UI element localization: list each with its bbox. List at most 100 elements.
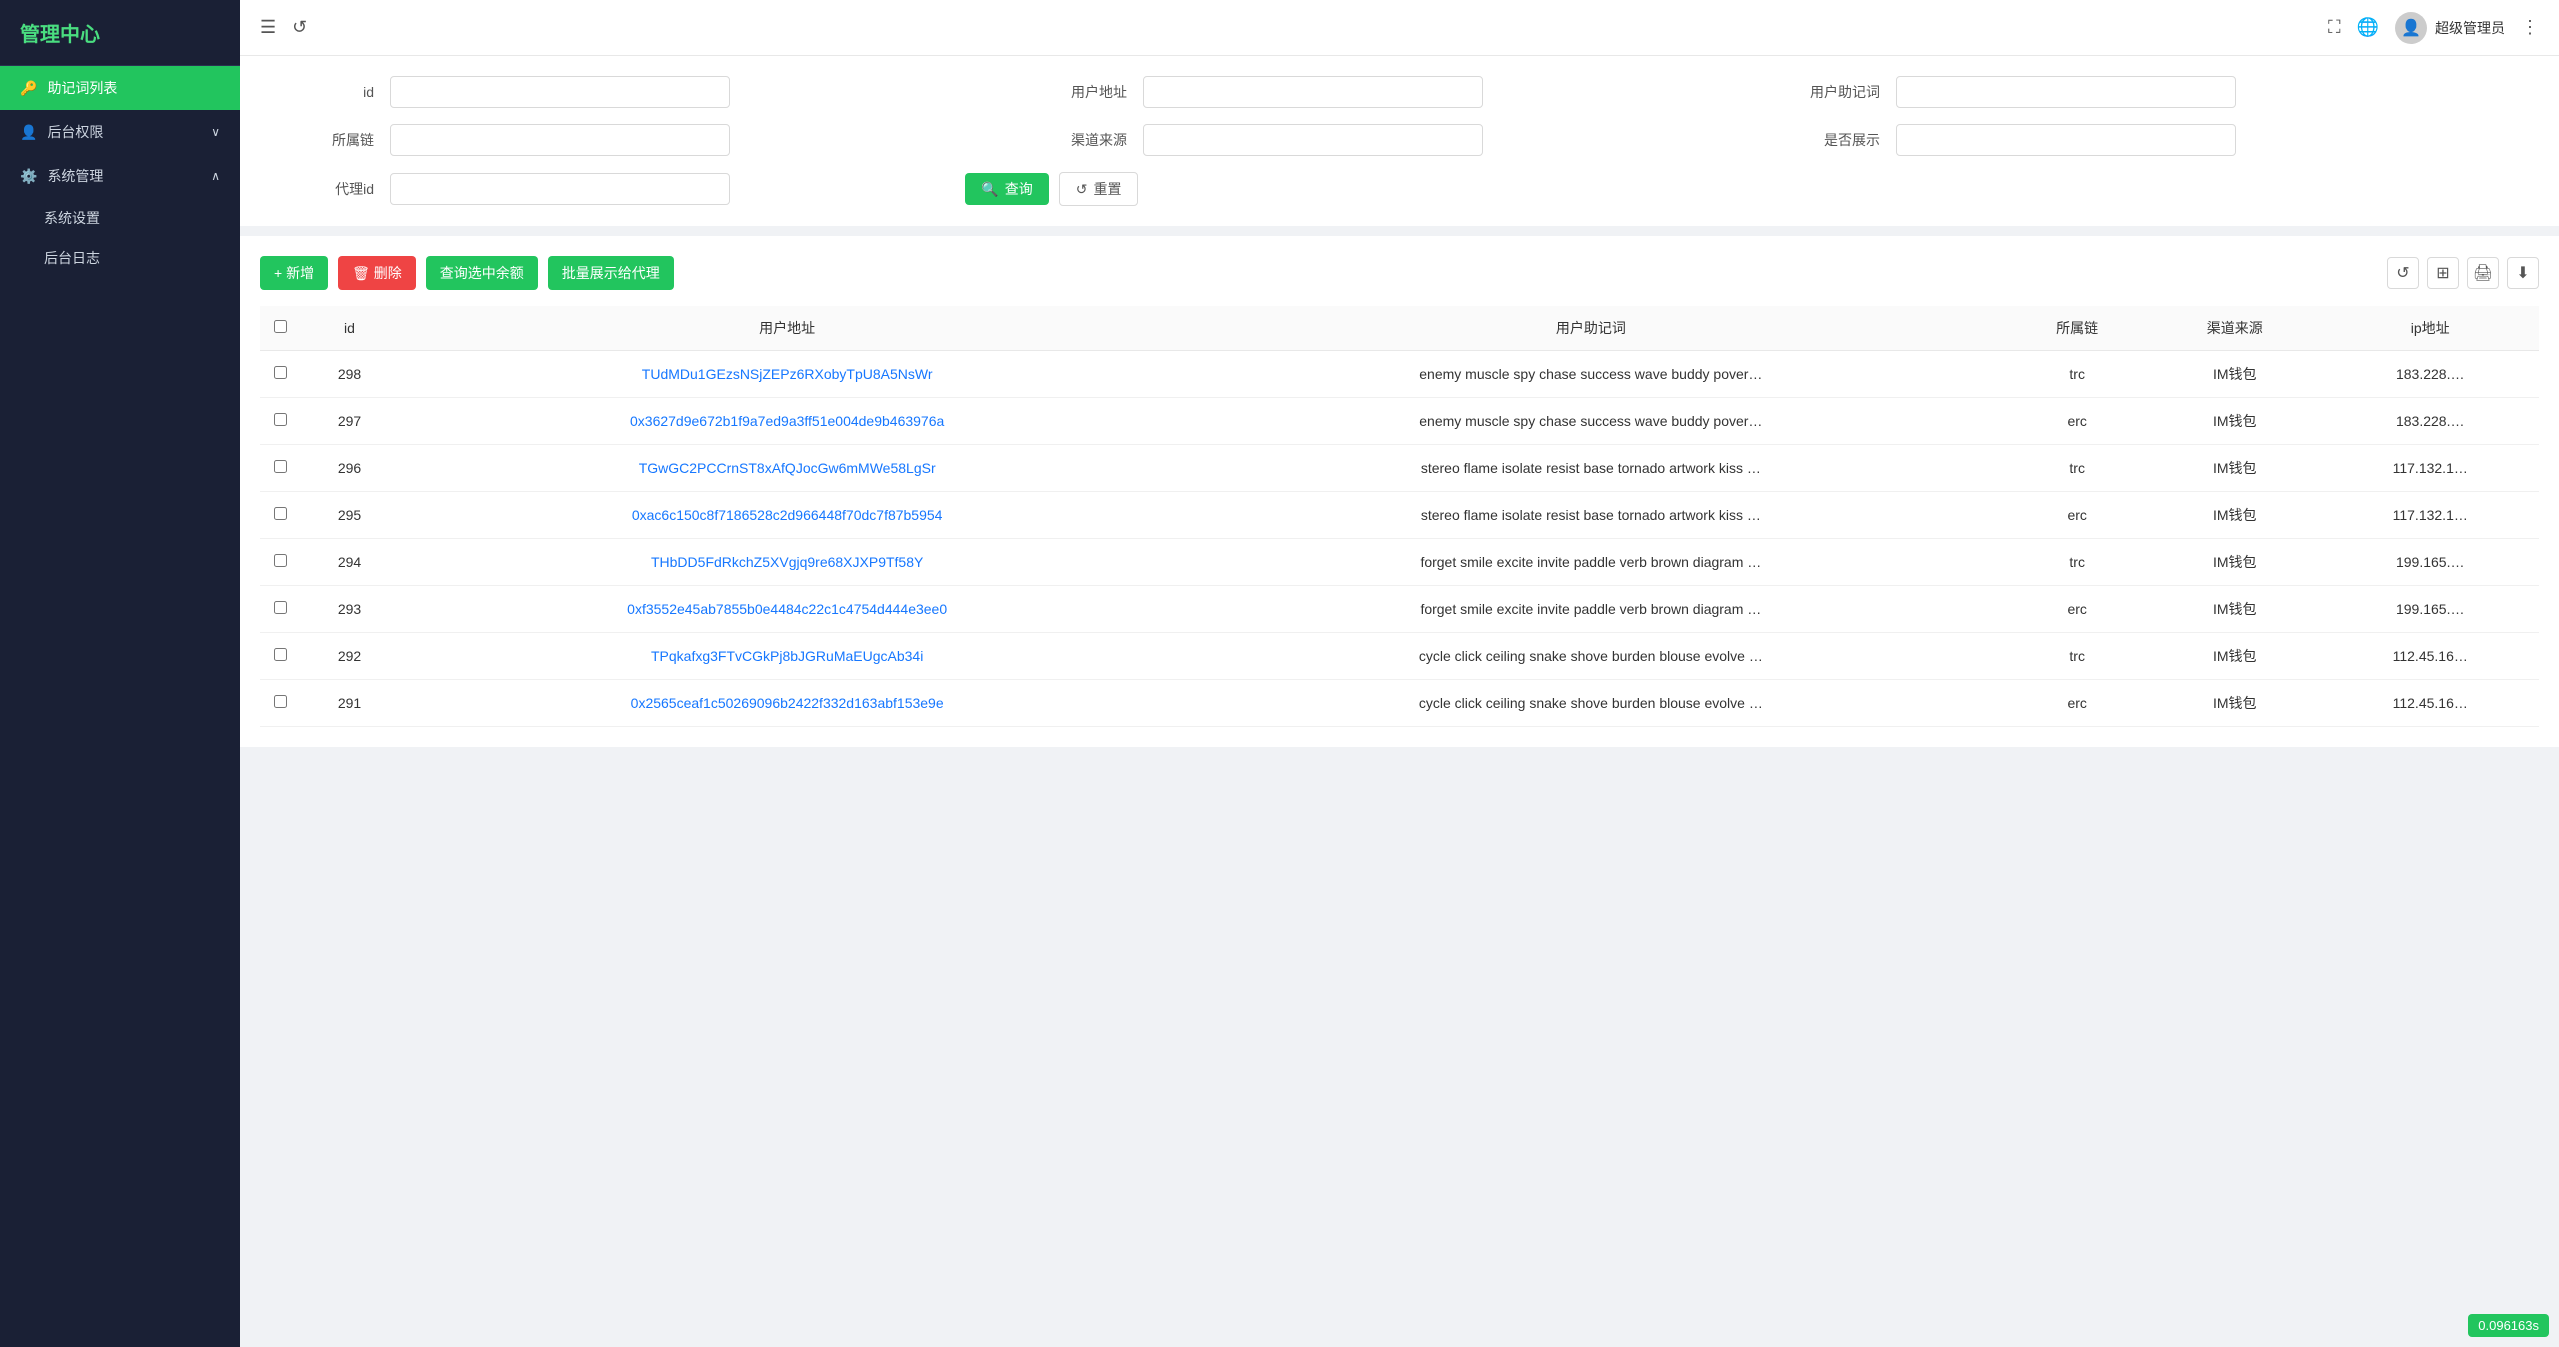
sidebar-submenu-backend-log[interactable]: 后台日志 xyxy=(0,238,240,278)
person-icon: 👤 xyxy=(20,124,37,141)
sidebar-item-system-management[interactable]: ⚙️ 系统管理 ∧ xyxy=(0,154,240,198)
sidebar: 管理中心 🔑 助记词列表 👤 后台权限 ∨ ⚙️ 系统管理 ∧ 系统设置 后台日… xyxy=(0,0,240,1347)
row-checkbox[interactable] xyxy=(274,366,287,379)
filter-field-id: id xyxy=(270,76,1023,108)
row-mnemonic: stereo flame isolate resist base tornado… xyxy=(1175,492,2006,539)
sidebar-item-label: 系统管理 xyxy=(47,166,103,186)
col-ip: ip地址 xyxy=(2321,306,2539,351)
row-address[interactable]: THbDD5FdRkchZ5XVgjq9re68XJXP9Tf58Y xyxy=(399,539,1175,586)
row-chain: trc xyxy=(2006,351,2148,398)
grid-view-button[interactable]: ⊞ xyxy=(2427,257,2459,289)
filter-input-chain[interactable] xyxy=(390,124,730,156)
select-all-checkbox[interactable] xyxy=(274,320,287,333)
row-checkbox[interactable] xyxy=(274,413,287,426)
topbar: ☰ ↺ ⛶ 🌐 👤 超级管理员 ⋮ xyxy=(240,0,2559,56)
table-row: 291 0x2565ceaf1c50269096b2422f332d163abf… xyxy=(260,680,2539,727)
row-address[interactable]: 0xf3552e45ab7855b0e4484c22c1c4754d444e3e… xyxy=(399,586,1175,633)
grid-icon: ⊞ xyxy=(2436,263,2449,283)
download-button[interactable]: ⬇ xyxy=(2507,257,2539,289)
filter-input-agent[interactable] xyxy=(390,173,730,205)
row-checkbox[interactable] xyxy=(274,695,287,708)
batch-show-button[interactable]: 批量展示给代理 xyxy=(548,256,674,290)
filter-input-user-address[interactable] xyxy=(1143,76,1483,108)
filter-field-channel: 渠道来源 xyxy=(1023,124,1776,156)
gear-icon: ⚙️ xyxy=(20,168,37,185)
filter-label-show: 是否展示 xyxy=(1776,130,1896,150)
sidebar-item-backend-permission[interactable]: 👤 后台权限 ∨ xyxy=(0,110,240,154)
row-checkbox-cell xyxy=(260,633,300,680)
add-button[interactable]: + 新增 xyxy=(260,256,328,290)
more-options-icon[interactable]: ⋮ xyxy=(2521,17,2539,38)
filter-field-agent: 代理id xyxy=(270,173,965,205)
row-chain: erc xyxy=(2006,398,2148,445)
table-row: 292 TPqkafxg3FTvCGkPj8bJGRuMaEUgcAb34i c… xyxy=(260,633,2539,680)
row-chain: trc xyxy=(2006,633,2148,680)
language-icon[interactable]: 🌐 xyxy=(2357,17,2379,38)
row-checkbox-cell xyxy=(260,539,300,586)
delete-button[interactable]: 🗑 删除 xyxy=(338,256,416,290)
row-id: 298 xyxy=(300,351,399,398)
user-info[interactable]: 👤 超级管理员 xyxy=(2395,12,2505,44)
filter-row-2: 所属链 渠道来源 是否展示 xyxy=(270,124,2529,156)
row-ip: 112.45.16… xyxy=(2321,633,2539,680)
row-ip: 199.165.… xyxy=(2321,539,2539,586)
query-label: 查询 xyxy=(1005,179,1033,199)
reset-label: 重置 xyxy=(1093,179,1121,199)
refresh-page-icon[interactable]: ↺ xyxy=(292,17,307,38)
row-checkbox-cell xyxy=(260,492,300,539)
row-address[interactable]: TUdMDu1GEzsNSjZEPz6RXobyTpU8A5NsWr xyxy=(399,351,1175,398)
row-mnemonic: cycle click ceiling snake shove burden b… xyxy=(1175,633,2006,680)
row-channel: IM钱包 xyxy=(2148,445,2322,492)
filter-label-id: id xyxy=(270,84,390,100)
table-body: 298 TUdMDu1GEzsNSjZEPz6RXobyTpU8A5NsWr e… xyxy=(260,351,2539,727)
refresh-table-button[interactable]: ↺ xyxy=(2387,257,2419,289)
table-row: 293 0xf3552e45ab7855b0e4484c22c1c4754d44… xyxy=(260,586,2539,633)
row-address[interactable]: 0x2565ceaf1c50269096b2422f332d163abf153e… xyxy=(399,680,1175,727)
col-checkbox xyxy=(260,306,300,351)
row-checkbox[interactable] xyxy=(274,648,287,661)
row-address[interactable]: TPqkafxg3FTvCGkPj8bJGRuMaEUgcAb34i xyxy=(399,633,1175,680)
row-checkbox[interactable] xyxy=(274,507,287,520)
row-checkbox[interactable] xyxy=(274,601,287,614)
row-address[interactable]: 0x3627d9e672b1f9a7ed9a3ff51e004de9b46397… xyxy=(399,398,1175,445)
table-row: 297 0x3627d9e672b1f9a7ed9a3ff51e004de9b4… xyxy=(260,398,2539,445)
sidebar-item-label: 助记词列表 xyxy=(47,78,117,98)
sidebar-submenu-label: 系统设置 xyxy=(44,208,100,228)
filter-input-id[interactable] xyxy=(390,76,730,108)
row-checkbox[interactable] xyxy=(274,554,287,567)
menu-toggle-icon[interactable]: ☰ xyxy=(260,17,276,38)
sidebar-item-label: 后台权限 xyxy=(47,122,103,142)
row-chain: erc xyxy=(2006,680,2148,727)
fullscreen-icon[interactable]: ⛶ xyxy=(2328,17,2341,38)
filter-input-channel[interactable] xyxy=(1143,124,1483,156)
filter-field-user-address: 用户地址 xyxy=(1023,76,1776,108)
topbar-right: ⛶ 🌐 👤 超级管理员 ⋮ xyxy=(2328,12,2539,44)
row-id: 297 xyxy=(300,398,399,445)
sidebar-logo: 管理中心 xyxy=(0,0,240,66)
filter-input-user-mnemonic[interactable] xyxy=(1896,76,2236,108)
row-address[interactable]: 0xac6c150c8f7186528c2d966448f70dc7f87b59… xyxy=(399,492,1175,539)
filter-input-show[interactable] xyxy=(1896,124,2236,156)
print-button[interactable]: 🖨 xyxy=(2467,257,2499,289)
row-mnemonic: forget smile excite invite paddle verb b… xyxy=(1175,586,2006,633)
row-id: 295 xyxy=(300,492,399,539)
reset-button[interactable]: ↺ 重置 xyxy=(1059,172,1139,206)
topbar-left: ☰ ↺ xyxy=(260,17,307,38)
reset-icon: ↺ xyxy=(1076,181,1088,198)
row-checkbox[interactable] xyxy=(274,460,287,473)
row-channel: IM钱包 xyxy=(2148,539,2322,586)
filter-field-chain: 所属链 xyxy=(270,124,1023,156)
query-button[interactable]: 🔍 查询 xyxy=(965,173,1048,205)
row-channel: IM钱包 xyxy=(2148,492,2322,539)
sidebar-item-mnemonic-list[interactable]: 🔑 助记词列表 xyxy=(0,66,240,110)
row-address[interactable]: TGwGC2PCCrnST8xAfQJocGw6mMWe58LgSr xyxy=(399,445,1175,492)
search-icon: 🔍 xyxy=(981,181,998,198)
row-channel: IM钱包 xyxy=(2148,586,2322,633)
table-row: 294 THbDD5FdRkchZ5XVgjq9re68XJXP9Tf58Y f… xyxy=(260,539,2539,586)
toolbar-right: ↺ ⊞ 🖨 ⬇ xyxy=(2387,257,2539,289)
row-channel: IM钱包 xyxy=(2148,680,2322,727)
sidebar-submenu-system-settings[interactable]: 系统设置 xyxy=(0,198,240,238)
filter-row-1: id 用户地址 用户助记词 xyxy=(270,76,2529,108)
query-balance-button[interactable]: 查询选中余额 xyxy=(426,256,538,290)
chevron-down-icon: ∨ xyxy=(211,125,220,139)
